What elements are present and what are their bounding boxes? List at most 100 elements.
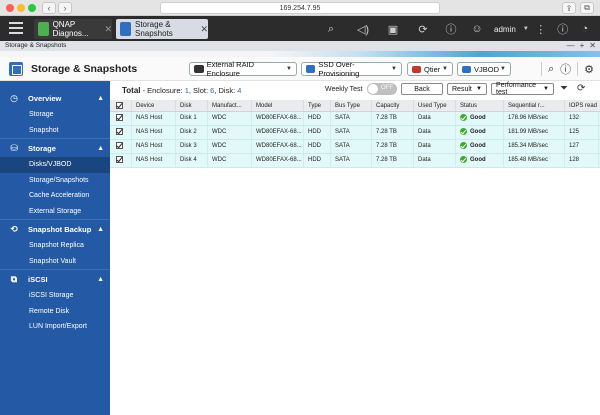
notification-icon[interactable]: ▣ bbox=[382, 19, 404, 39]
tabs-icon[interactable]: ⧉ bbox=[580, 2, 594, 14]
capacity-cell: 7.28 TB bbox=[372, 140, 414, 153]
maximize-window-icon[interactable] bbox=[28, 4, 36, 12]
sidebar-item-cache-acceleration[interactable]: Cache Acceleration bbox=[0, 188, 110, 204]
sidebar-section-overview[interactable]: ◷ Overview ▲ bbox=[0, 89, 110, 107]
column-header[interactable]: Sequential r... bbox=[504, 100, 565, 111]
app-header: Storage & Snapshots External RAID Enclos… bbox=[0, 57, 600, 81]
minimize-icon[interactable]: — bbox=[567, 41, 575, 51]
column-header[interactable]: Status bbox=[456, 100, 504, 111]
sidebar-item-remote-disk[interactable]: Remote Disk bbox=[0, 304, 110, 320]
table-header: Device Disk Manufact... Model Type Bus T… bbox=[110, 100, 600, 112]
sidebar-item-snapshot[interactable]: Snapshot bbox=[0, 123, 110, 139]
back-button[interactable]: Back bbox=[401, 83, 443, 95]
minimize-window-icon[interactable] bbox=[17, 4, 25, 12]
select-all-checkbox[interactable] bbox=[110, 100, 132, 111]
url-bar[interactable]: 169.254.7.95 bbox=[160, 2, 440, 14]
sidebar-item-external-storage[interactable]: External Storage bbox=[0, 204, 110, 220]
row-checkbox[interactable] bbox=[110, 154, 132, 167]
chevron-up-icon: ▲ bbox=[97, 275, 104, 283]
row-checkbox[interactable] bbox=[110, 112, 132, 125]
chevron-down-icon[interactable]: ▼ bbox=[522, 19, 530, 39]
sidebar-item-lun-import-export[interactable]: LUN Import/Export bbox=[0, 319, 110, 335]
vjbod-button[interactable]: VJBOD ▼ bbox=[457, 62, 511, 76]
weekly-test-toggle[interactable]: OFF bbox=[367, 83, 397, 95]
volume-icon[interactable]: ◁) bbox=[352, 19, 374, 39]
external-raid-enclosure-button[interactable]: External RAID Enclosure ▼ bbox=[189, 60, 297, 78]
refresh-icon[interactable]: ⟳ bbox=[577, 83, 585, 94]
device-cell: NAS Host bbox=[132, 112, 176, 125]
tab-storage-snapshots[interactable]: Storage & Snapshots ✕ bbox=[116, 19, 208, 39]
performance-test-dropdown[interactable]: Performance test ▼ bbox=[491, 82, 554, 96]
button-label: External RAID Enclosure bbox=[206, 60, 255, 78]
sidebar-item-storage-snapshots[interactable]: Storage/Snapshots bbox=[0, 173, 110, 189]
chevron-right-icon[interactable]: › bbox=[58, 2, 72, 14]
sync-icon[interactable]: ⟳ bbox=[412, 19, 434, 39]
button-label: Qtier bbox=[424, 64, 441, 74]
tab-label: Storage & Snapshots bbox=[135, 20, 173, 38]
toggle-state: OFF bbox=[381, 85, 393, 91]
divider bbox=[577, 62, 579, 76]
chevron-left-icon[interactable]: ‹ bbox=[42, 2, 56, 14]
close-window-icon[interactable] bbox=[6, 4, 14, 12]
search-tool-icon[interactable]: ⌕ bbox=[548, 63, 554, 76]
clock-icon: ◷ bbox=[10, 92, 18, 103]
used-type-cell: Data bbox=[414, 140, 456, 153]
database-icon: ⛁ bbox=[10, 142, 18, 153]
tab-qnap-diagnostic[interactable]: QNAP Diagnos... ✕ bbox=[34, 19, 112, 39]
column-header[interactable]: Disk bbox=[176, 100, 208, 111]
help-icon[interactable]: ⓘ bbox=[560, 61, 571, 77]
sidebar-section-label: Storage bbox=[28, 143, 56, 153]
qts-taskbar: QNAP Diagnos... ✕ Storage & Snapshots ✕ … bbox=[0, 16, 600, 41]
column-header[interactable]: Bus Type bbox=[331, 100, 372, 111]
storage-app-icon bbox=[9, 62, 23, 76]
gear-icon[interactable]: ⚙ bbox=[584, 63, 594, 76]
share-icon[interactable]: ⇪ bbox=[562, 2, 576, 14]
maximize-icon[interactable]: + bbox=[580, 41, 585, 51]
info-icon[interactable]: ⓘ bbox=[552, 19, 574, 39]
column-header[interactable]: IOPS read r... bbox=[565, 100, 599, 111]
table-row[interactable]: NAS Host Disk 3 WDC WD80EFAX-68... HDD S… bbox=[110, 140, 600, 154]
user-icon[interactable]: ☺ bbox=[466, 19, 488, 39]
disk-cell: Disk 4 bbox=[176, 154, 208, 167]
column-header[interactable]: Model bbox=[252, 100, 304, 111]
menu-icon[interactable] bbox=[9, 22, 23, 35]
column-header[interactable]: Device bbox=[132, 100, 176, 111]
check-circle-icon bbox=[460, 127, 467, 135]
status-text: Good bbox=[470, 115, 486, 121]
table-row[interactable]: NAS Host Disk 2 WDC WD80EFAX-68... HDD S… bbox=[110, 126, 600, 140]
sidebar-section-snapshot-backup[interactable]: ⟲ Snapshot Backup ▲ bbox=[0, 220, 110, 238]
sidebar-item-disks-vjbod[interactable]: Disks/VJBOD bbox=[0, 157, 110, 173]
row-checkbox[interactable] bbox=[110, 140, 132, 153]
table-row[interactable]: NAS Host Disk 4 WDC WD80EFAX-68... HDD S… bbox=[110, 154, 600, 168]
more-icon[interactable]: ⋮ bbox=[530, 19, 552, 39]
device-cell: NAS Host bbox=[132, 126, 176, 139]
result-dropdown[interactable]: Result ▼ bbox=[447, 83, 487, 95]
admin-user-label[interactable]: admin bbox=[494, 25, 516, 34]
status-cell: Good bbox=[456, 126, 504, 139]
filter-icon[interactable]: ⏷ bbox=[560, 83, 568, 94]
chevron-up-icon: ▲ bbox=[97, 225, 104, 233]
row-checkbox[interactable] bbox=[110, 126, 132, 139]
close-icon[interactable]: ✕ bbox=[200, 24, 208, 35]
qtier-button[interactable]: Qtier ▼ bbox=[407, 62, 453, 76]
bus-type-cell: SATA bbox=[331, 126, 372, 139]
sidebar-item-iscsi-storage[interactable]: iSCSI Storage bbox=[0, 288, 110, 304]
sidebar-section-storage[interactable]: ⛁ Storage ▲ bbox=[0, 139, 110, 157]
ssd-over-provisioning-button[interactable]: SSD Over-Provisioning ▼ bbox=[301, 60, 402, 78]
dashboard-icon[interactable]: ◔ bbox=[574, 19, 596, 39]
column-header[interactable]: Type bbox=[304, 100, 331, 111]
column-header[interactable]: Used Type bbox=[414, 100, 456, 111]
close-icon[interactable]: ✕ bbox=[589, 41, 596, 51]
checkbox-icon bbox=[116, 155, 123, 163]
sidebar-item-snapshot-vault[interactable]: Snapshot Vault bbox=[0, 254, 110, 270]
slot-label: , Slot: bbox=[188, 86, 211, 95]
column-header[interactable]: Manufact... bbox=[208, 100, 252, 111]
alert-icon[interactable]: ⓘ bbox=[440, 19, 462, 39]
search-icon[interactable]: ⌕ bbox=[320, 19, 342, 39]
sidebar-item-snapshot-replica[interactable]: Snapshot Replica bbox=[0, 238, 110, 254]
sidebar-item-storage-overview[interactable]: Storage bbox=[0, 107, 110, 123]
sidebar-section-iscsi[interactable]: ⧉ iSCSI ▲ bbox=[0, 270, 110, 288]
column-header[interactable]: Capacity bbox=[372, 100, 414, 111]
close-icon[interactable]: ✕ bbox=[104, 24, 112, 35]
table-row[interactable]: NAS Host Disk 1 WDC WD80EFAX-68... HDD S… bbox=[110, 112, 600, 126]
